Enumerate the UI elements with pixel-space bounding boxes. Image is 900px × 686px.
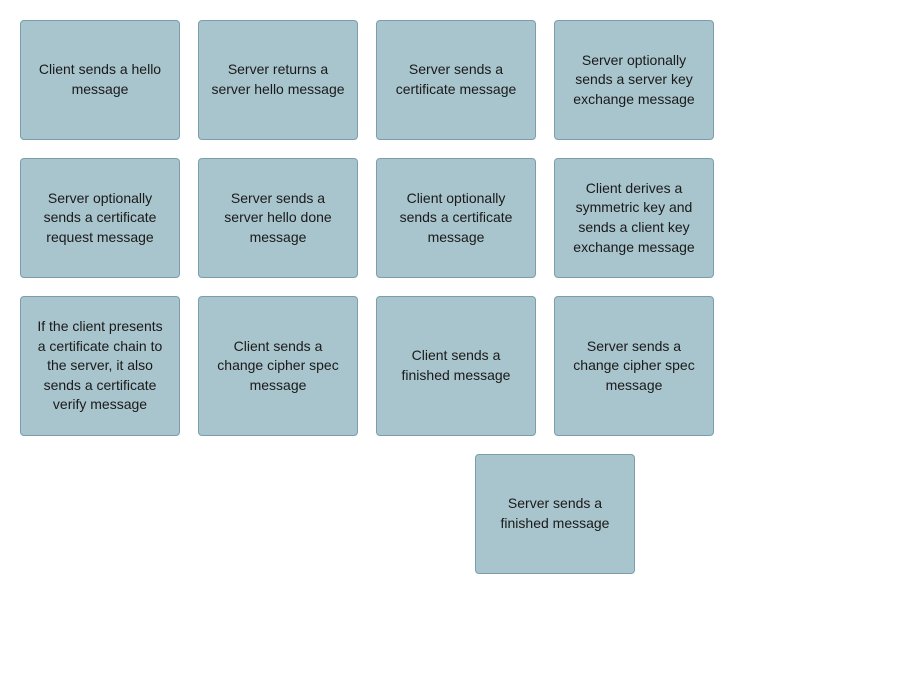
diagram-container: Client sends a hello message Server retu… — [20, 20, 880, 592]
row-4: Server sends a finished message — [230, 454, 880, 574]
card-server-hello: Server returns a server hello message — [198, 20, 358, 140]
row-2: Server optionally sends a certificate re… — [20, 158, 880, 278]
row-3: If the client presents a certificate cha… — [20, 296, 880, 436]
card-client-key-exchange: Client derives a symmetric key and sends… — [554, 158, 714, 278]
card-client-cert: Client optionally sends a certificate me… — [376, 158, 536, 278]
row-1: Client sends a hello message Server retu… — [20, 20, 880, 140]
card-cert-verify: If the client presents a certificate cha… — [20, 296, 180, 436]
card-server-finished: Server sends a finished message — [475, 454, 635, 574]
card-server-cert-request: Server optionally sends a certificate re… — [20, 158, 180, 278]
card-server-cert: Server sends a certificate message — [376, 20, 536, 140]
card-client-hello: Client sends a hello message — [20, 20, 180, 140]
card-client-cipher-spec: Client sends a change cipher spec messag… — [198, 296, 358, 436]
card-server-hello-done: Server sends a server hello done message — [198, 158, 358, 278]
card-server-cipher-spec: Server sends a change cipher spec messag… — [554, 296, 714, 436]
card-server-key-exchange: Server optionally sends a server key exc… — [554, 20, 714, 140]
card-client-finished: Client sends a finished message — [376, 296, 536, 436]
